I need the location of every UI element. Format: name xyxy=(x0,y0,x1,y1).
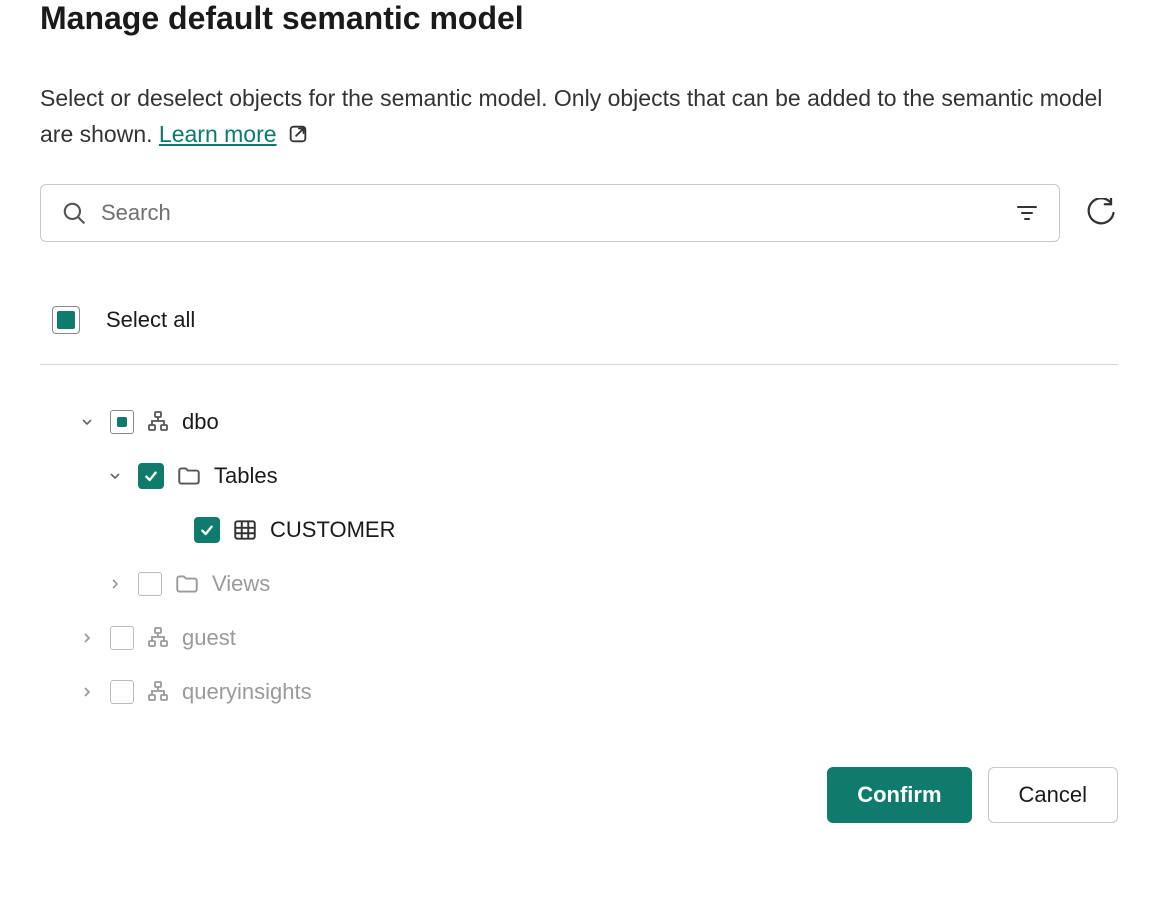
page-title: Manage default semantic model xyxy=(40,0,1118,37)
chevron-right-icon[interactable] xyxy=(76,630,98,646)
tree-node-views[interactable]: Views xyxy=(40,557,1118,611)
learn-more-link[interactable]: Learn more xyxy=(159,117,309,153)
chevron-down-icon[interactable] xyxy=(104,468,126,484)
tables-checkbox[interactable] xyxy=(138,463,164,489)
folder-icon xyxy=(174,571,200,597)
search-icon xyxy=(61,200,87,226)
schema-icon xyxy=(146,680,170,704)
tree-node-queryinsights[interactable]: queryinsights xyxy=(40,665,1118,719)
chevron-down-icon[interactable] xyxy=(76,414,98,430)
search-box[interactable] xyxy=(40,184,1060,242)
refresh-button[interactable] xyxy=(1084,196,1118,230)
object-tree: dbo Tables xyxy=(40,365,1118,719)
page-description: Select or deselect objects for the seman… xyxy=(40,81,1118,152)
tree-label: CUSTOMER xyxy=(270,517,396,543)
tree-label: dbo xyxy=(182,409,219,435)
views-checkbox[interactable] xyxy=(138,572,162,596)
select-all-checkbox[interactable] xyxy=(52,306,80,334)
schema-icon xyxy=(146,410,170,434)
confirm-button[interactable]: Confirm xyxy=(827,767,971,823)
tree-node-guest[interactable]: guest xyxy=(40,611,1118,665)
learn-more-label: Learn more xyxy=(159,117,277,153)
select-all-label: Select all xyxy=(106,307,195,333)
cancel-button[interactable]: Cancel xyxy=(988,767,1118,823)
queryinsights-checkbox[interactable] xyxy=(110,680,134,704)
guest-checkbox[interactable] xyxy=(110,626,134,650)
tree-label: guest xyxy=(182,625,236,651)
search-input[interactable] xyxy=(101,200,1001,226)
tree-node-customer[interactable]: CUSTOMER xyxy=(40,503,1118,557)
customer-checkbox[interactable] xyxy=(194,517,220,543)
tree-node-tables[interactable]: Tables xyxy=(40,449,1118,503)
tree-label: Tables xyxy=(214,463,278,489)
external-link-icon xyxy=(287,123,309,145)
filter-icon[interactable] xyxy=(1015,201,1039,225)
dbo-checkbox[interactable] xyxy=(110,410,134,434)
tree-node-dbo[interactable]: dbo xyxy=(40,395,1118,449)
table-icon xyxy=(232,517,258,543)
tree-label: Views xyxy=(212,571,270,597)
chevron-right-icon[interactable] xyxy=(104,576,126,592)
tree-label: queryinsights xyxy=(182,679,312,705)
chevron-right-icon[interactable] xyxy=(76,684,98,700)
folder-icon xyxy=(176,463,202,489)
schema-icon xyxy=(146,626,170,650)
